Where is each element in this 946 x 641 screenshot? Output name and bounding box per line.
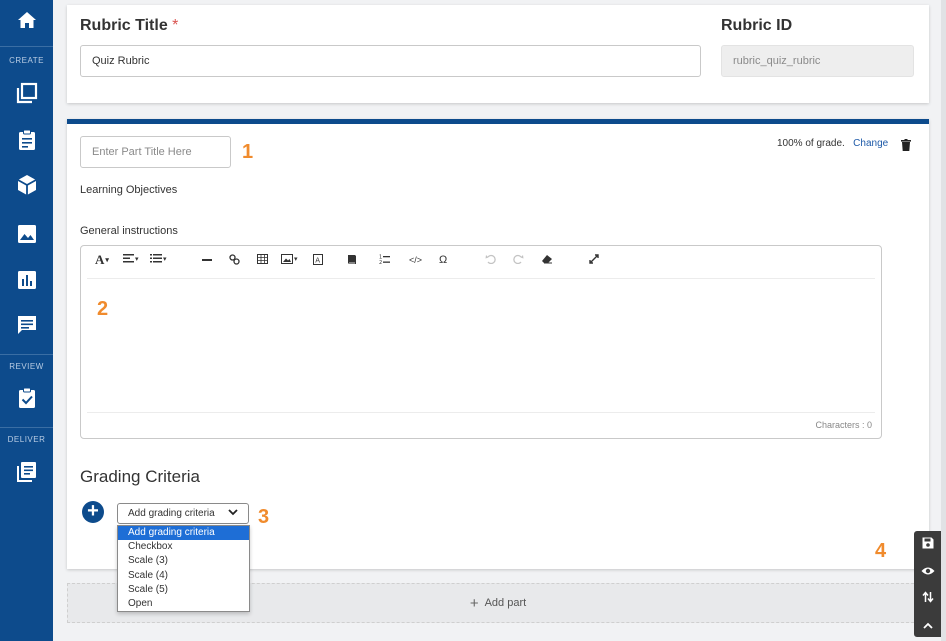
sidebar-section-review: REVIEW: [9, 362, 44, 371]
template-icon[interactable]: A: [313, 254, 323, 265]
book-icon[interactable]: [347, 254, 357, 265]
dropdown-option[interactable]: Checkbox: [118, 540, 249, 554]
chevron-down-icon: [228, 508, 238, 519]
grade-info: 100% of grade. Change: [777, 138, 888, 149]
preview-button[interactable]: [914, 559, 941, 585]
font-icon[interactable]: A ▾: [95, 252, 109, 268]
plus-icon: +: [87, 500, 99, 522]
grading-criteria-select-value: Add grading criteria: [128, 508, 215, 519]
sidebar-item-deliver[interactable]: [0, 454, 53, 494]
rubric-id-value: rubric_quiz_rubric: [733, 55, 821, 67]
add-part-label: Add part: [484, 597, 527, 609]
save-icon: [922, 536, 934, 554]
editor-footer-divider: [87, 412, 875, 413]
chevron-up-icon: [922, 616, 933, 634]
editor-toolbar: A ▾ ▾ ▾ ▾ A 1 2 </> Ω: [81, 246, 881, 279]
sidebar-divider: [0, 354, 53, 355]
save-button[interactable]: [914, 532, 941, 558]
part-title-input[interactable]: Enter Part Title Here: [80, 136, 231, 168]
part-title-placeholder: Enter Part Title Here: [92, 146, 192, 158]
page-scrollbar-track[interactable]: [941, 0, 946, 641]
grading-criteria-title: Grading Criteria: [80, 467, 200, 486]
eye-icon: [921, 563, 935, 581]
undo-icon[interactable]: [485, 254, 496, 264]
sidebar-item-copy[interactable]: [0, 75, 53, 115]
marker-3: 3: [258, 506, 270, 528]
plus-icon: +: [469, 594, 479, 612]
rubric-title-input[interactable]: Quiz Rubric: [80, 45, 701, 77]
link-icon[interactable]: [229, 254, 240, 265]
numbered-list-icon[interactable]: 12: [379, 254, 390, 265]
rubric-header-card: Rubric Title * Quiz Rubric Rubric ID rub…: [67, 5, 929, 103]
sidebar-divider: [0, 46, 53, 47]
home-icon: [17, 11, 37, 34]
svg-text:A: A: [315, 257, 320, 265]
sidebar-item-packages[interactable]: [0, 167, 53, 207]
marker-2: 2: [97, 298, 109, 320]
toolbar-divider: [87, 278, 875, 279]
sidebar: CREATE REVIEW DELIVER: [0, 0, 53, 641]
code-icon[interactable]: </>: [409, 255, 422, 265]
sort-arrows-icon: [921, 590, 934, 608]
sidebar-item-review[interactable]: [0, 380, 53, 420]
marker-4: 4: [875, 540, 887, 562]
sidebar-section-create: CREATE: [9, 56, 44, 65]
instructions-editor[interactable]: A ▾ ▾ ▾ ▾ A 1 2 </> Ω 2 Characters: 0: [80, 245, 882, 439]
sidebar-item-media[interactable]: [0, 216, 53, 256]
redo-icon[interactable]: [513, 254, 524, 264]
sidebar-divider: [0, 427, 53, 428]
cube-icon: [17, 174, 37, 201]
omega-icon[interactable]: Ω: [439, 254, 447, 266]
sidebar-item-assignments[interactable]: [0, 122, 53, 162]
rubric-part-card: Enter Part Title Here 1 100% of grade. C…: [67, 119, 929, 613]
dropdown-option[interactable]: Add grading criteria: [118, 526, 249, 541]
clipboard-icon: [18, 129, 36, 156]
change-grade-link[interactable]: Change: [853, 138, 888, 149]
floating-action-bar: [914, 531, 941, 637]
scroll-top-button[interactable]: [914, 612, 941, 638]
dropdown-option[interactable]: Scale (4): [118, 569, 249, 583]
marker-1: 1: [242, 141, 254, 163]
comment-icon: [16, 314, 38, 341]
grade-percent-text: 100% of grade.: [777, 138, 845, 149]
svg-text:2: 2: [379, 260, 382, 265]
dropdown-option[interactable]: Scale (3): [118, 554, 249, 568]
align-icon[interactable]: ▾: [123, 254, 139, 263]
rubric-id-input: rubric_quiz_rubric: [721, 45, 914, 77]
rubric-title-label-text: Rubric Title: [80, 17, 168, 34]
home-button[interactable]: [0, 0, 53, 45]
rubric-title-label: Rubric Title *: [80, 17, 178, 35]
general-instructions-label: General instructions: [80, 225, 178, 237]
reorder-button[interactable]: [914, 586, 941, 612]
table-icon[interactable]: [257, 254, 268, 264]
character-count: Characters : 0: [815, 420, 872, 430]
required-mark: *: [172, 17, 179, 34]
rubric-title-value: Quiz Rubric: [92, 55, 150, 67]
sidebar-item-discussions[interactable]: [0, 307, 53, 347]
image-icon: [17, 224, 37, 249]
rubric-id-label: Rubric ID: [721, 17, 793, 34]
clipboard-check-icon: [18, 387, 36, 414]
horizontal-rule-icon[interactable]: [202, 259, 212, 262]
copy-icon: [16, 82, 38, 109]
eraser-icon[interactable]: [541, 254, 553, 264]
dropdown-option[interactable]: Scale (5): [118, 583, 249, 597]
bar-chart-icon: [17, 270, 37, 295]
expand-icon[interactable]: [589, 254, 599, 264]
image-icon[interactable]: ▾: [281, 254, 298, 264]
dropdown-option[interactable]: Open: [118, 597, 249, 611]
learning-objectives-label: Learning Objectives: [80, 184, 178, 196]
list-icon[interactable]: ▾: [150, 254, 167, 263]
grading-criteria-select[interactable]: Add grading criteria: [117, 503, 249, 524]
grading-criteria-dropdown: Add grading criteria Checkbox Scale (3) …: [117, 525, 250, 613]
book-icon: [16, 461, 38, 488]
add-criteria-button[interactable]: +: [82, 501, 104, 523]
trash-icon[interactable]: [901, 138, 911, 156]
sidebar-section-deliver: DELIVER: [7, 435, 46, 444]
sidebar-item-reports[interactable]: [0, 262, 53, 302]
